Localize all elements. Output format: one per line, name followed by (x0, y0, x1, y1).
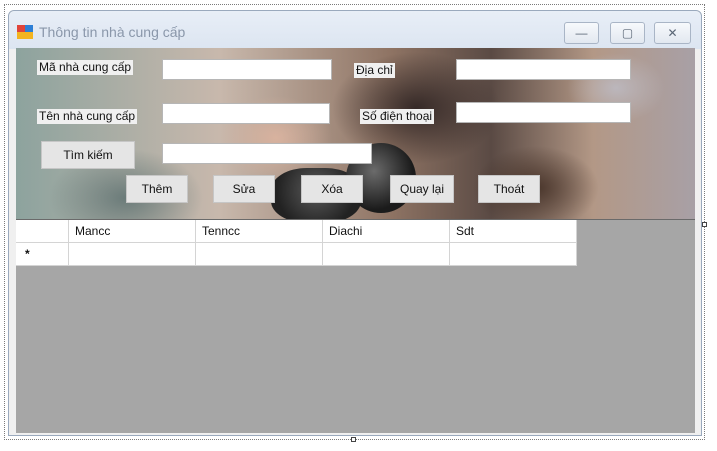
new-row-cell-diachi[interactable] (323, 243, 450, 266)
sdt-label: Số điện thoại (360, 109, 435, 124)
form-window: Thông tin nhà cung cấp — ▢ ✕ Mã nhà cung… (8, 10, 702, 436)
app-form-icon (17, 25, 33, 39)
resize-grip-bottom[interactable] (351, 437, 356, 442)
column-header-tenncc[interactable]: Tenncc (196, 220, 323, 243)
restore-icon: ▢ (621, 26, 634, 40)
search-button[interactable]: Tìm kiếm (41, 141, 135, 169)
window-title: Thông tin nhà cung cấp (39, 24, 186, 40)
column-header-sdt[interactable]: Sdt (450, 220, 577, 243)
supplier-datagrid[interactable]: Mancc Tenncc Diachi Sdt * (16, 219, 695, 433)
add-button[interactable]: Thêm (126, 175, 188, 203)
column-header-diachi[interactable]: Diachi (323, 220, 450, 243)
exit-button[interactable]: Thoát (478, 175, 540, 203)
grid-header-row: Mancc Tenncc Diachi Sdt (16, 220, 577, 243)
background-photo: Mã nhà cung cấp Địa chỉ Tên nhà cung cấp… (16, 48, 695, 223)
dia-chi-input[interactable] (456, 59, 631, 80)
sdt-input[interactable] (456, 102, 631, 123)
ten-ncc-label: Tên nhà cung cấp (37, 109, 138, 124)
ma-ncc-label: Mã nhà cung cấp (37, 60, 134, 75)
edit-button[interactable]: Sửa (213, 175, 275, 203)
delete-button[interactable]: Xóa (301, 175, 363, 203)
restore-button[interactable]: ▢ (610, 22, 645, 44)
new-row-cell-sdt[interactable] (450, 243, 577, 266)
new-row[interactable]: * (16, 243, 577, 266)
resize-grip-right[interactable] (702, 222, 707, 227)
new-row-cell-tenncc[interactable] (196, 243, 323, 266)
title-bar[interactable]: Thông tin nhà cung cấp — ▢ ✕ (9, 11, 701, 49)
minimize-icon: — (575, 26, 588, 40)
close-button[interactable]: ✕ (654, 22, 691, 44)
new-row-marker[interactable]: * (16, 243, 69, 266)
dia-chi-label: Địa chỉ (354, 63, 395, 78)
new-row-cell-mancc[interactable] (69, 243, 196, 266)
grid-corner-cell[interactable] (16, 220, 69, 243)
ma-ncc-input[interactable] (162, 59, 332, 80)
minimize-button[interactable]: — (564, 22, 599, 44)
search-input[interactable] (162, 143, 372, 164)
back-button[interactable]: Quay lại (390, 175, 454, 203)
form-client-area: Mã nhà cung cấp Địa chỉ Tên nhà cung cấp… (16, 48, 695, 433)
column-header-mancc[interactable]: Mancc (69, 220, 196, 243)
close-icon: ✕ (667, 26, 678, 40)
ten-ncc-input[interactable] (162, 103, 330, 124)
